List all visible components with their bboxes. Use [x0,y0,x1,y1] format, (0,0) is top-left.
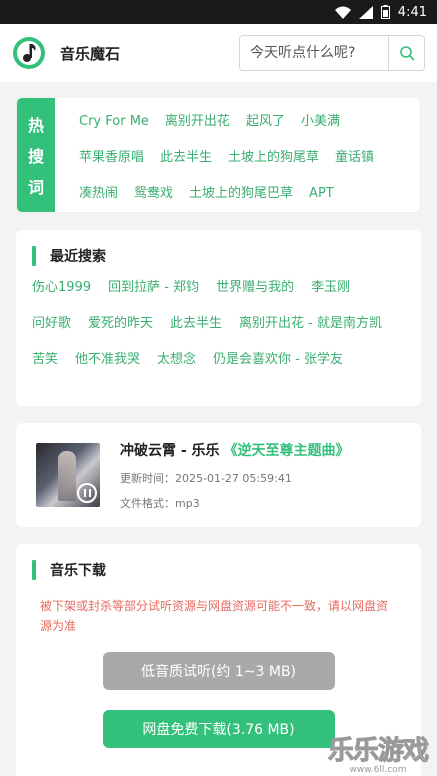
status-time: 4:41 [397,4,427,20]
watermark-text: 乐乐游戏 [327,735,429,766]
search-input[interactable] [240,36,388,70]
recent-item[interactable]: 世界赠与我的 [216,270,294,306]
recent-item[interactable]: 离别开出花 - 就是南方凯 [239,306,382,342]
netdisk-download-button[interactable]: 网盘免费下载(3.76 MB) [102,710,335,748]
recent-search-list: 伤心1999 回到拉萨 - 郑钧 世界赠与我的 李玉刚 问好歌 爱死的昨天 此去… [32,270,405,378]
app-title: 音乐魔石 [60,44,121,63]
song-info: 冲破云霄 - 乐乐 《逆天至尊主题曲》 更新时间：2025-01-27 05:59… [120,440,350,511]
battery-icon [380,5,390,19]
song-name: 冲破云霄 - 乐乐 [120,442,220,459]
recent-item[interactable]: 问好歌 [32,306,71,342]
hot-tag[interactable]: 此去半生 [160,141,212,175]
pause-icon[interactable] [77,483,97,503]
recent-search-title: 最近搜索 [32,246,405,266]
hot-search-card: 热 搜 词 Cry For Me 离别开出花 起风了 小美满 苹果香原唱 此去半… [16,97,421,213]
hot-label-char: 词 [27,178,44,198]
search-icon [399,46,414,61]
download-warning: 被下架或封杀等部分试听资源与网盘资源可能不一致，请以网盘资源为准 [40,599,389,633]
recent-item[interactable]: 李玉刚 [311,270,350,306]
hot-tag[interactable]: 小美满 [301,105,340,139]
song-updated-time: 更新时间：2025-01-27 05:59:41 [120,471,292,485]
cover-figure [58,451,76,501]
wifi-icon [334,6,351,19]
watermark-url: www.6ll.com [349,764,407,775]
song-title: 冲破云霄 - 乐乐 《逆天至尊主题曲》 [120,440,350,460]
hot-tag[interactable]: Cry For Me [79,105,149,139]
hot-search-label: 热 搜 词 [17,98,55,212]
recent-item[interactable]: 苦笑 [32,342,58,378]
hot-tag[interactable]: 鸳鸯戏 [134,177,173,211]
hot-tag[interactable]: 童话镇 [335,141,374,175]
album-cover[interactable] [36,443,100,507]
recent-item[interactable]: 回到拉萨 - 郑钧 [108,270,199,306]
song-file-format: 文件格式：mp3 [120,496,200,510]
song-album: 《逆天至尊主题曲》 [223,442,350,459]
hot-search-tags: Cry For Me 离别开出花 起风了 小美满 苹果香原唱 此去半生 土坡上的… [55,98,420,212]
signal-icon [358,5,373,19]
recent-item[interactable]: 此去半生 [170,306,222,342]
hot-tag[interactable]: 土坡上的狗尾草 [228,141,319,175]
recent-search-card: 最近搜索 伤心1999 回到拉萨 - 郑钧 世界赠与我的 李玉刚 问好歌 爱死的… [16,230,421,406]
recent-item[interactable]: 伤心1999 [32,270,91,306]
download-title: 音乐下载 [32,560,405,580]
song-card: 冲破云霄 - 乐乐 《逆天至尊主题曲》 更新时间：2025-01-27 05:59… [16,423,421,527]
recent-item[interactable]: 爱死的昨天 [88,306,153,342]
recent-item[interactable]: 太想念 [157,342,196,378]
hot-tag[interactable]: 土坡上的狗尾巴草 [189,177,293,211]
low-quality-preview-button[interactable]: 低音质试听(约 1~3 MB) [102,652,335,690]
hot-tag[interactable]: 凑热闹 [79,177,118,211]
hot-label-char: 热 [27,115,44,135]
app-logo-icon [13,37,45,69]
recent-item[interactable]: 仍是会喜欢你 - 张学友 [213,342,343,378]
hot-tag[interactable]: 苹果香原唱 [79,141,144,175]
hot-label-char: 搜 [27,146,44,166]
hot-tag[interactable]: 起风了 [246,105,285,139]
search-button[interactable] [388,36,424,70]
hot-tag[interactable]: APT [309,177,334,211]
watermark-logo: 乐乐游戏 www.6ll.com [319,728,437,776]
search-box [239,35,425,71]
app-header: 音乐魔石 [0,24,437,82]
hot-tag[interactable]: 离别开出花 [165,105,230,139]
status-bar: 4:41 [0,0,437,24]
recent-item[interactable]: 他不准我哭 [75,342,140,378]
